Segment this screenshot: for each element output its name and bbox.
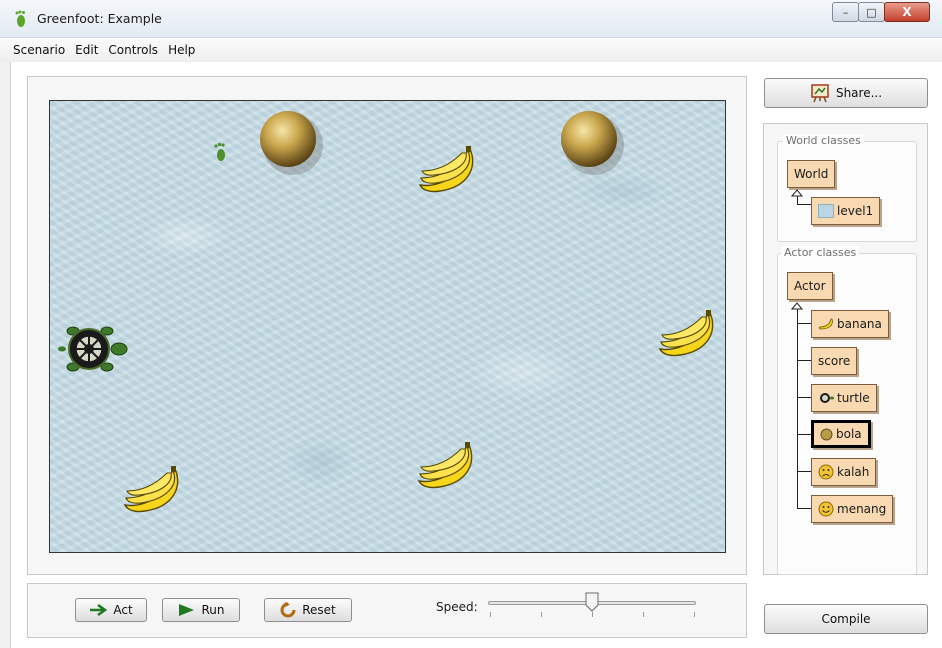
window-title: Greenfoot: Example xyxy=(37,11,162,26)
banana-icon[interactable] xyxy=(416,145,480,197)
maximize-icon: □ xyxy=(866,5,877,19)
share-label: Share... xyxy=(835,86,883,100)
act-arrow-icon xyxy=(90,604,108,616)
banana-icon xyxy=(818,318,833,330)
inherit-arrow-icon xyxy=(791,189,803,197)
menu-edit[interactable]: Edit xyxy=(75,43,98,57)
slider-tick xyxy=(490,612,491,617)
minimize-icon: – xyxy=(842,5,849,19)
title-bar: Greenfoot: Example – □ X xyxy=(0,0,942,38)
menu-controls[interactable]: Controls xyxy=(108,43,158,57)
class-actor-label: Actor xyxy=(794,279,826,293)
class-menang[interactable]: menang xyxy=(811,495,894,523)
slider-tick xyxy=(694,612,695,617)
world-classes-title: World classes xyxy=(783,134,864,147)
share-button[interactable]: Share... xyxy=(764,78,928,108)
minimize-button[interactable]: – xyxy=(832,2,859,22)
turtle-icon xyxy=(820,393,834,403)
actor-classes-title: Actor classes xyxy=(781,246,860,259)
class-level1-label: level1 xyxy=(837,204,874,218)
reset-button[interactable]: Reset xyxy=(264,598,352,622)
level1-thumbnail-icon xyxy=(818,204,834,218)
tree-line xyxy=(797,397,811,398)
class-score[interactable]: score xyxy=(811,347,858,375)
turtle-icon[interactable] xyxy=(57,321,129,377)
banana-icon[interactable] xyxy=(656,309,720,361)
reset-label: Reset xyxy=(302,603,336,617)
class-level1[interactable]: level1 xyxy=(811,197,881,225)
greenfoot-footprint-icon xyxy=(15,10,25,27)
share-easel-icon xyxy=(811,84,829,103)
banana-icon[interactable] xyxy=(121,465,185,517)
class-turtle[interactable]: turtle xyxy=(811,384,877,412)
slider-tick xyxy=(643,612,644,617)
banana-icon[interactable] xyxy=(415,441,479,493)
class-kalah-label: kalah xyxy=(837,465,870,479)
ball-icon[interactable] xyxy=(556,107,626,177)
close-icon: X xyxy=(902,5,912,19)
class-world[interactable]: World xyxy=(787,160,836,188)
slider-tick xyxy=(592,612,593,617)
world-canvas[interactable] xyxy=(49,100,726,553)
run-play-icon xyxy=(179,604,195,616)
menu-scenario[interactable]: Scenario xyxy=(13,43,65,57)
act-button[interactable]: Act xyxy=(75,598,147,622)
tree-line xyxy=(797,309,798,509)
slider-tick xyxy=(541,612,542,617)
footprint-icon[interactable] xyxy=(210,141,230,163)
run-label: Run xyxy=(201,603,225,617)
speed-label: Speed: xyxy=(436,600,478,614)
class-world-label: World xyxy=(794,167,829,181)
class-banana[interactable]: banana xyxy=(811,310,889,338)
menu-help[interactable]: Help xyxy=(168,43,195,57)
menu-bar: Scenario Edit Controls Help xyxy=(0,38,942,62)
compile-label: Compile xyxy=(821,612,871,626)
class-menang-label: menang xyxy=(837,502,887,516)
window-controls: – □ X xyxy=(832,2,930,22)
maximize-button[interactable]: □ xyxy=(858,2,885,22)
tree-line xyxy=(797,508,811,509)
speed-slider-thumb[interactable] xyxy=(585,592,599,612)
tree-line xyxy=(797,471,811,472)
tree-line xyxy=(797,323,811,324)
class-bola[interactable]: bola xyxy=(811,420,871,448)
class-actor[interactable]: Actor xyxy=(787,272,833,300)
reset-icon xyxy=(280,602,296,618)
ball-icon[interactable] xyxy=(255,107,325,177)
class-banana-label: banana xyxy=(837,317,882,331)
class-turtle-label: turtle xyxy=(837,391,870,405)
tree-line xyxy=(797,204,811,205)
class-score-label: score xyxy=(818,354,851,368)
ball-icon xyxy=(820,428,833,440)
act-label: Act xyxy=(113,603,133,617)
class-bola-label: bola xyxy=(836,427,862,441)
sad-face-icon xyxy=(818,464,834,480)
close-button[interactable]: X xyxy=(884,2,930,22)
tree-line xyxy=(797,434,811,435)
run-button[interactable]: Run xyxy=(162,598,240,622)
tree-line xyxy=(797,360,811,361)
happy-face-icon xyxy=(818,501,834,517)
class-kalah[interactable]: kalah xyxy=(811,458,877,486)
compile-button[interactable]: Compile xyxy=(764,604,928,634)
window-left-edge xyxy=(0,62,11,648)
